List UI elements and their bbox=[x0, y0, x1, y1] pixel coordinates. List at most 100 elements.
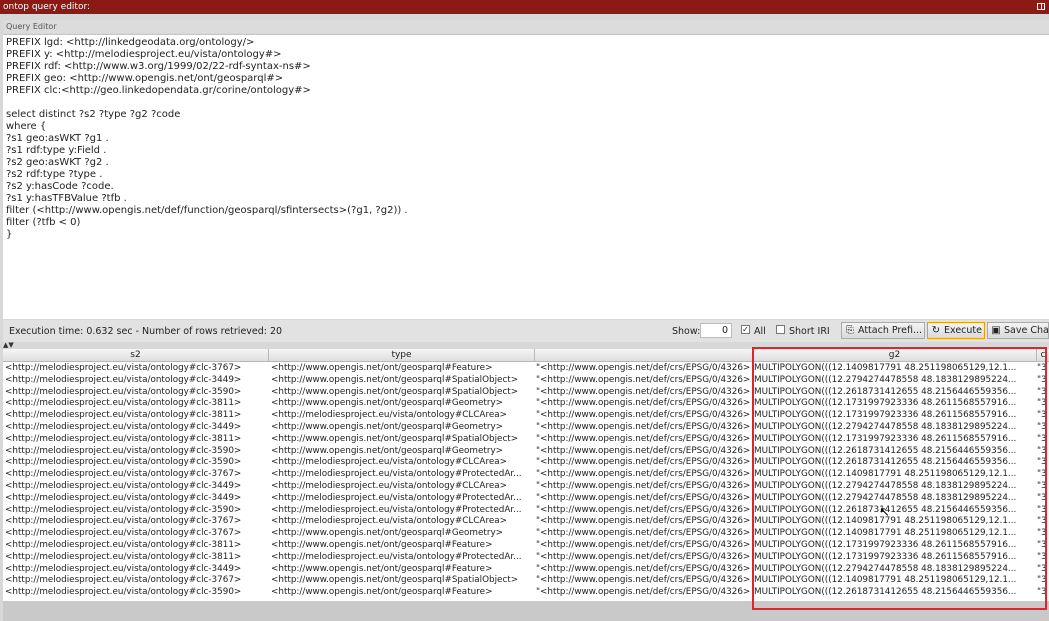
table-cell[interactable]: "<http://www.opengis.net/def/crs/EPSG/0/… bbox=[536, 516, 751, 528]
g2-column-highlight bbox=[752, 347, 1047, 610]
table-cell[interactable]: <http://www.opengis.net/ont/geosparql#Sp… bbox=[271, 375, 533, 387]
table-cell[interactable]: <http://melodiesproject.eu/vista/ontolog… bbox=[271, 505, 533, 517]
table-cell[interactable]: <http://melodiesproject.eu/vista/ontolog… bbox=[5, 469, 268, 481]
column-header-type[interactable]: type bbox=[269, 349, 535, 362]
table-cell[interactable]: "<http://www.opengis.net/def/crs/EPSG/0/… bbox=[536, 398, 751, 410]
table-cell[interactable]: <http://www.opengis.net/ont/geosparql#Fe… bbox=[271, 564, 533, 576]
table-cell[interactable]: <http://melodiesproject.eu/vista/ontolog… bbox=[5, 540, 268, 552]
execution-status: Execution time: 0.632 sec - Number of ro… bbox=[9, 326, 283, 337]
query-line[interactable]: PREFIX clc:<http://geo.linkedopendata.gr… bbox=[6, 85, 408, 97]
table-cell[interactable]: "<http://www.opengis.net/def/crs/EPSG/0/… bbox=[536, 540, 751, 552]
query-line[interactable]: select distinct ?s2 ?type ?g2 ?code bbox=[6, 109, 408, 121]
table-cell[interactable]: "<http://www.opengis.net/def/crs/EPSG/0/… bbox=[536, 410, 751, 422]
query-editor-header: Query Editor bbox=[3, 20, 1049, 33]
short-iri-label: Short IRI bbox=[789, 326, 830, 337]
table-cell[interactable]: <http://melodiesproject.eu/vista/ontolog… bbox=[5, 457, 268, 469]
query-line[interactable]: filter (<http://www.opengis.net/def/func… bbox=[6, 205, 408, 217]
execute-icon: ↻ bbox=[931, 325, 941, 336]
column-header-unnamed[interactable] bbox=[535, 349, 753, 362]
table-cell[interactable]: <http://www.opengis.net/ont/geosparql#Ge… bbox=[271, 398, 533, 410]
table-cell[interactable]: "<http://www.opengis.net/def/crs/EPSG/0/… bbox=[536, 575, 751, 587]
table-cell[interactable]: <http://melodiesproject.eu/vista/ontolog… bbox=[5, 387, 268, 399]
table-cell[interactable]: "<http://www.opengis.net/def/crs/EPSG/0/… bbox=[536, 446, 751, 458]
table-cell[interactable]: "<http://www.opengis.net/def/crs/EPSG/0/… bbox=[536, 587, 751, 599]
table-cell[interactable]: "<http://www.opengis.net/def/crs/EPSG/0/… bbox=[536, 505, 751, 517]
table-cell[interactable]: "<http://www.opengis.net/def/crs/EPSG/0/… bbox=[536, 375, 751, 387]
query-line[interactable]: where { bbox=[6, 121, 408, 133]
query-line[interactable]: ?s2 y:hasCode ?code. bbox=[6, 181, 408, 193]
table-cell[interactable]: <http://www.opengis.net/ont/geosparql#Ge… bbox=[271, 446, 533, 458]
execute-button[interactable]: ↻ Execute bbox=[927, 322, 985, 339]
table-cell[interactable]: "<http://www.opengis.net/def/crs/EPSG/0/… bbox=[536, 564, 751, 576]
table-cell[interactable]: <http://melodiesproject.eu/vista/ontolog… bbox=[271, 516, 533, 528]
table-cell[interactable]: <http://www.opengis.net/ont/geosparql#Ge… bbox=[271, 528, 533, 540]
show-rows-input[interactable]: 0 bbox=[700, 323, 732, 338]
table-cell[interactable]: <http://melodiesproject.eu/vista/ontolog… bbox=[5, 363, 268, 375]
maximize-icon[interactable] bbox=[1037, 3, 1045, 10]
show-label: Show: bbox=[672, 326, 701, 337]
table-cell[interactable]: <http://melodiesproject.eu/vista/ontolog… bbox=[271, 481, 533, 493]
all-checkbox[interactable]: ✓ bbox=[741, 325, 750, 334]
table-cell[interactable]: "<http://www.opengis.net/def/crs/EPSG/0/… bbox=[536, 469, 751, 481]
table-cell[interactable]: <http://melodiesproject.eu/vista/ontolog… bbox=[271, 493, 533, 505]
table-cell[interactable]: <http://melodiesproject.eu/vista/ontolog… bbox=[5, 481, 268, 493]
query-line[interactable]: PREFIX rdf: <http://www.w3.org/1999/02/2… bbox=[6, 61, 408, 73]
query-line[interactable]: PREFIX geo: <http://www.opengis.net/ont/… bbox=[6, 73, 408, 85]
table-cell[interactable]: <http://melodiesproject.eu/vista/ontolog… bbox=[5, 493, 268, 505]
table-cell[interactable]: <http://www.opengis.net/ont/geosparql#Ge… bbox=[271, 422, 533, 434]
query-line[interactable]: ?s1 geo:asWKT ?g1 . bbox=[6, 133, 408, 145]
table-cell[interactable]: <http://melodiesproject.eu/vista/ontolog… bbox=[271, 410, 533, 422]
table-cell[interactable]: <http://melodiesproject.eu/vista/ontolog… bbox=[5, 410, 268, 422]
save-changes-button[interactable]: ▣ Save Cha bbox=[987, 322, 1049, 339]
table-cell[interactable]: <http://melodiesproject.eu/vista/ontolog… bbox=[5, 375, 268, 387]
save-icon: ▣ bbox=[991, 325, 1001, 336]
attach-prefix-button[interactable]: ⎘ Attach Prefi... bbox=[841, 322, 925, 339]
table-cell[interactable]: <http://www.opengis.net/ont/geosparql#Fe… bbox=[271, 540, 533, 552]
table-cell[interactable]: "<http://www.opengis.net/def/crs/EPSG/0/… bbox=[536, 552, 751, 564]
query-line[interactable]: ?s1 rdf:type y:Field . bbox=[6, 145, 408, 157]
table-cell[interactable]: "<http://www.opengis.net/def/crs/EPSG/0/… bbox=[536, 457, 751, 469]
query-line[interactable]: ?s2 geo:asWKT ?g2 . bbox=[6, 157, 408, 169]
table-cell[interactable]: <http://www.opengis.net/ont/geosparql#Fe… bbox=[271, 363, 533, 375]
table-cell[interactable]: <http://melodiesproject.eu/vista/ontolog… bbox=[5, 552, 268, 564]
table-cell[interactable]: "<http://www.opengis.net/def/crs/EPSG/0/… bbox=[536, 422, 751, 434]
table-cell[interactable]: <http://melodiesproject.eu/vista/ontolog… bbox=[5, 528, 268, 540]
query-line[interactable]: ?s1 y:hasTFBValue ?tfb . bbox=[6, 193, 408, 205]
table-cell[interactable]: <http://melodiesproject.eu/vista/ontolog… bbox=[271, 469, 533, 481]
query-line[interactable]: } bbox=[6, 229, 408, 241]
table-cell[interactable]: <http://melodiesproject.eu/vista/ontolog… bbox=[5, 434, 268, 446]
table-cell[interactable]: <http://melodiesproject.eu/vista/ontolog… bbox=[5, 575, 268, 587]
table-cell[interactable]: <http://www.opengis.net/ont/geosparql#Sp… bbox=[271, 434, 533, 446]
table-cell[interactable]: <http://melodiesproject.eu/vista/ontolog… bbox=[5, 587, 268, 599]
query-line[interactable]: ?s2 rdf:type ?type . bbox=[6, 169, 408, 181]
table-cell[interactable]: "<http://www.opengis.net/def/crs/EPSG/0/… bbox=[536, 493, 751, 505]
table-cell[interactable]: <http://melodiesproject.eu/vista/ontolog… bbox=[5, 516, 268, 528]
query-line[interactable]: PREFIX lgd: <http://linkedgeodata.org/on… bbox=[6, 37, 408, 49]
query-code[interactable]: PREFIX lgd: <http://linkedgeodata.org/on… bbox=[6, 37, 408, 241]
table-cell[interactable]: <http://melodiesproject.eu/vista/ontolog… bbox=[5, 398, 268, 410]
table-cell[interactable]: "<http://www.opengis.net/def/crs/EPSG/0/… bbox=[536, 481, 751, 493]
table-cell[interactable]: <http://melodiesproject.eu/vista/ontolog… bbox=[5, 505, 268, 517]
table-cell[interactable]: "<http://www.opengis.net/def/crs/EPSG/0/… bbox=[536, 363, 751, 375]
short-iri-checkbox[interactable] bbox=[776, 325, 785, 334]
query-text-area[interactable]: PREFIX lgd: <http://linkedgeodata.org/on… bbox=[3, 34, 1049, 319]
table-cell[interactable]: <http://www.opengis.net/ont/geosparql#Sp… bbox=[271, 387, 533, 399]
table-cell[interactable]: <http://melodiesproject.eu/vista/ontolog… bbox=[5, 446, 268, 458]
paperclip-icon: ⎘ bbox=[846, 325, 854, 336]
query-line[interactable] bbox=[6, 97, 408, 109]
query-line[interactable]: PREFIX y: <http://melodiesproject.eu/vis… bbox=[6, 49, 408, 61]
table-cell[interactable]: "<http://www.opengis.net/def/crs/EPSG/0/… bbox=[536, 434, 751, 446]
table-cell[interactable]: <http://melodiesproject.eu/vista/ontolog… bbox=[271, 552, 533, 564]
column-header-s2[interactable]: s2 bbox=[3, 349, 269, 362]
table-cell[interactable]: <http://melodiesproject.eu/vista/ontolog… bbox=[5, 564, 268, 576]
table-cell[interactable]: <http://www.opengis.net/ont/geosparql#Fe… bbox=[271, 587, 533, 599]
all-label: All bbox=[754, 326, 766, 337]
query-toolbar: Execution time: 0.632 sec - Number of ro… bbox=[3, 320, 1049, 342]
table-cell[interactable]: <http://www.opengis.net/ont/geosparql#Sp… bbox=[271, 575, 533, 587]
table-cell[interactable]: <http://melodiesproject.eu/vista/ontolog… bbox=[271, 457, 533, 469]
table-cell[interactable]: "<http://www.opengis.net/def/crs/EPSG/0/… bbox=[536, 528, 751, 540]
query-line[interactable]: filter (?tfb < 0) bbox=[6, 217, 408, 229]
execute-label: Execute bbox=[944, 325, 982, 336]
table-cell[interactable]: <http://melodiesproject.eu/vista/ontolog… bbox=[5, 422, 268, 434]
table-cell[interactable]: "<http://www.opengis.net/def/crs/EPSG/0/… bbox=[536, 387, 751, 399]
